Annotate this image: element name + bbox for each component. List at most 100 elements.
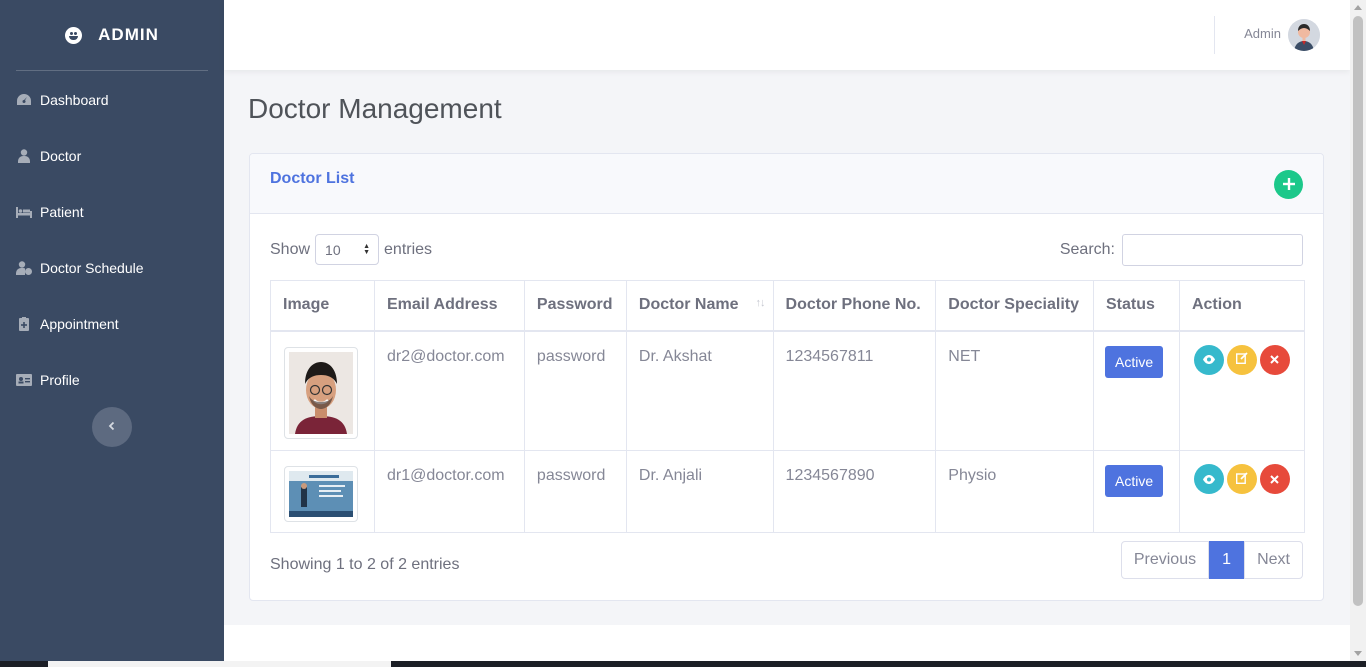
view-button[interactable] bbox=[1193, 464, 1224, 494]
column-header-email[interactable]: Email Address bbox=[373, 280, 525, 332]
email-cell: dr2@doctor.com bbox=[373, 330, 525, 451]
scrollbar-thumb[interactable] bbox=[1353, 16, 1363, 606]
card-header: Doctor List bbox=[250, 154, 1323, 214]
status-badge[interactable]: Active bbox=[1105, 345, 1164, 378]
action-cell bbox=[1178, 450, 1306, 533]
brand[interactable]: ADMIN bbox=[0, 0, 224, 70]
search-control: Search: bbox=[1060, 234, 1303, 266]
edit-button[interactable] bbox=[1226, 464, 1257, 494]
taskbar-search-box[interactable] bbox=[48, 661, 391, 667]
add-doctor-button[interactable] bbox=[1274, 170, 1303, 199]
scroll-down-arrow-icon[interactable] bbox=[1354, 651, 1362, 656]
show-label: Show bbox=[270, 240, 311, 258]
table-header-row: Image Email Address Password Doctor Name… bbox=[270, 280, 1306, 332]
column-header-doctor-name[interactable]: Doctor Name ↑↓ bbox=[625, 280, 774, 332]
sidebar-item-label: Profile bbox=[40, 372, 80, 388]
status-cell: Active bbox=[1093, 330, 1180, 451]
page-title: Doctor Management bbox=[248, 93, 502, 124]
table-row: dr1@doctor.com password Dr. Anjali 12345… bbox=[270, 450, 1306, 533]
plus-icon bbox=[1282, 173, 1295, 196]
phone-cell: 1234567890 bbox=[772, 450, 937, 533]
chevron-left-icon bbox=[107, 418, 117, 436]
sidebar-item-label: Dashboard bbox=[40, 92, 109, 108]
taskbar bbox=[0, 661, 1366, 667]
table-row: dr2@doctor.com password Dr. Akshat 12345… bbox=[270, 330, 1306, 451]
column-header-speciality[interactable]: Doctor Speciality bbox=[935, 280, 1094, 332]
sidebar-divider bbox=[16, 70, 208, 71]
status-badge[interactable]: Active bbox=[1105, 465, 1164, 497]
column-header-action[interactable]: Action bbox=[1178, 280, 1306, 332]
sidebar-item-doctor-schedule[interactable]: Doctor Schedule bbox=[0, 240, 224, 296]
sidebar-nav: Dashboard Doctor Patient Doctor Schedule… bbox=[0, 72, 224, 408]
user-name[interactable]: Admin bbox=[1244, 26, 1281, 41]
topbar-divider bbox=[1214, 16, 1215, 54]
close-icon bbox=[1270, 352, 1280, 367]
status-cell: Active bbox=[1093, 450, 1180, 533]
action-cell bbox=[1178, 330, 1306, 451]
bed-icon bbox=[16, 205, 32, 219]
close-icon bbox=[1270, 472, 1280, 487]
sidebar-item-doctor[interactable]: Doctor bbox=[0, 128, 224, 184]
entries-select-value: 10 bbox=[325, 241, 341, 258]
notes-medical-icon bbox=[16, 317, 32, 331]
brand-title: ADMIN bbox=[98, 25, 159, 44]
eye-icon bbox=[1202, 352, 1215, 367]
next-page-button[interactable]: Next bbox=[1244, 541, 1303, 579]
speciality-cell: Physio bbox=[935, 450, 1094, 533]
user-md-icon bbox=[16, 149, 32, 163]
sort-arrows-icon: ▲ ▼ bbox=[363, 243, 371, 256]
email-cell: dr1@doctor.com bbox=[373, 450, 525, 533]
pagination: Previous 1 Next bbox=[1120, 541, 1303, 579]
entries-label: entries bbox=[384, 240, 433, 258]
doctor-name-cell: Dr. Anjali bbox=[625, 450, 774, 533]
search-input[interactable] bbox=[1122, 234, 1303, 266]
column-header-phone[interactable]: Doctor Phone No. bbox=[772, 280, 937, 332]
column-header-image[interactable]: Image bbox=[270, 280, 375, 332]
avatar[interactable] bbox=[1288, 19, 1320, 51]
sidebar: ADMIN Dashboard Doctor Patient Doctor Sc bbox=[0, 0, 224, 661]
user-clock-icon bbox=[16, 261, 32, 275]
smile-icon bbox=[65, 26, 83, 44]
sidebar-item-label: Doctor bbox=[40, 148, 82, 164]
image-cell bbox=[270, 330, 375, 451]
search-label: Search: bbox=[1059, 241, 1115, 258]
previous-page-button[interactable]: Previous bbox=[1120, 541, 1210, 579]
sidebar-item-dashboard[interactable]: Dashboard bbox=[0, 72, 224, 128]
topbar: Admin bbox=[224, 0, 1350, 70]
sidebar-toggle-button[interactable] bbox=[92, 407, 132, 447]
doctor-photo bbox=[284, 466, 358, 522]
column-header-password[interactable]: Password bbox=[523, 280, 627, 332]
edit-icon bbox=[1235, 352, 1248, 367]
sidebar-item-label: Doctor Schedule bbox=[40, 260, 144, 276]
view-button[interactable] bbox=[1193, 344, 1224, 375]
card-title: Doctor List bbox=[270, 170, 355, 187]
footer bbox=[224, 625, 1350, 661]
doctor-list-card: Doctor List Show 10 ▲ ▼ entries Search: I… bbox=[249, 153, 1324, 601]
column-header-label: Doctor Name bbox=[638, 296, 739, 314]
delete-button[interactable] bbox=[1259, 344, 1290, 375]
phone-cell: 1234567811 bbox=[772, 330, 937, 451]
doctor-table: Image Email Address Password Doctor Name… bbox=[270, 280, 1306, 533]
action-buttons bbox=[1193, 464, 1292, 494]
scroll-up-arrow-icon[interactable] bbox=[1354, 5, 1362, 10]
sidebar-item-patient[interactable]: Patient bbox=[0, 184, 224, 240]
sort-icon: ↑↓ bbox=[755, 297, 766, 309]
doctor-name-cell: Dr. Akshat bbox=[625, 330, 774, 451]
sidebar-item-profile[interactable]: Profile bbox=[0, 352, 224, 408]
delete-button[interactable] bbox=[1259, 464, 1290, 494]
edit-icon bbox=[1235, 471, 1248, 487]
entries-select[interactable]: 10 ▲ ▼ bbox=[315, 234, 380, 265]
eye-icon bbox=[1202, 472, 1215, 487]
sidebar-item-label: Patient bbox=[40, 204, 84, 220]
page-1-button[interactable]: 1 bbox=[1209, 541, 1245, 579]
id-card-icon bbox=[16, 373, 32, 387]
action-buttons bbox=[1193, 344, 1292, 375]
edit-button[interactable] bbox=[1226, 344, 1257, 375]
page-scrollbar[interactable] bbox=[1350, 0, 1366, 661]
table-info: Showing 1 to 2 of 2 entries bbox=[270, 556, 460, 573]
column-header-status[interactable]: Status bbox=[1093, 280, 1180, 332]
image-cell bbox=[270, 450, 375, 533]
sidebar-item-label: Appointment bbox=[40, 316, 119, 332]
password-cell: password bbox=[523, 450, 627, 533]
sidebar-item-appointment[interactable]: Appointment bbox=[0, 296, 224, 352]
